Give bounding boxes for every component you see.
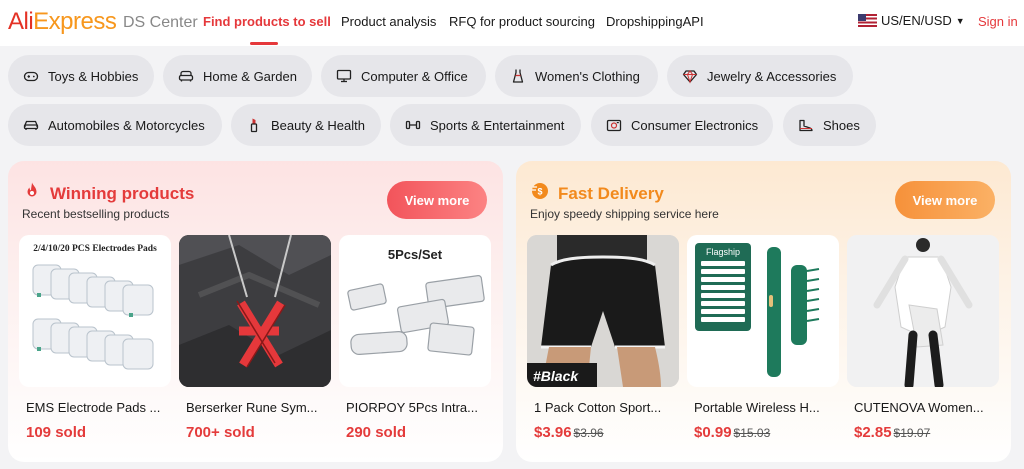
product-image — [179, 235, 331, 387]
category-womens-clothing[interactable]: Women's Clothing — [495, 55, 658, 97]
car-icon — [23, 117, 39, 133]
winning-products-heading: Winning products — [22, 181, 194, 206]
product-sold-count: 290 sold — [346, 424, 407, 441]
product-title: Portable Wireless H... — [694, 400, 820, 415]
product-card[interactable]: Flagship Portable Wireless H... $0.99 $15… — [687, 235, 839, 441]
product-current-price: $2.85 — [854, 424, 892, 441]
lipstick-icon — [246, 117, 262, 133]
product-card[interactable]: 2/4/10/20 PCS Electrodes Pads EMS Electr… — [19, 235, 171, 441]
sofa-icon — [178, 68, 194, 84]
fast-delivery-heading: $ Fast Delivery — [530, 181, 664, 206]
product-card[interactable]: CUTENOVA Women... $2.85 $19.07 — [847, 235, 999, 441]
monitor-icon — [336, 68, 352, 84]
nav-find-products[interactable]: Find products to sell — [203, 14, 331, 29]
product-price: $3.96 $3.96 — [527, 424, 679, 441]
product-original-price: $15.03 — [733, 426, 771, 440]
product-title: Berserker Rune Sym... — [186, 400, 318, 415]
flame-icon — [22, 181, 42, 206]
category-label: Beauty & Health — [271, 117, 365, 133]
product-title: EMS Electrode Pads ... — [26, 400, 161, 415]
svg-text:$: $ — [537, 187, 542, 197]
product-current-price: $3.96 — [534, 424, 572, 441]
fast-view-more-button[interactable]: View more — [895, 181, 995, 219]
dumbbell-icon — [405, 117, 421, 133]
product-title: CUTENOVA Women... — [854, 400, 984, 415]
product-card[interactable]: Berserker Rune Sym... 700+ sold — [179, 235, 331, 441]
category-label: Women's Clothing — [535, 68, 640, 84]
product-image: #Black — [527, 235, 679, 387]
product-original-price: $3.96 — [573, 426, 604, 440]
category-beauty-health[interactable]: Beauty & Health — [231, 104, 381, 146]
logo-ali-text: Ali — [8, 8, 34, 35]
nav-rfq[interactable]: RFQ for product sourcing — [449, 14, 595, 29]
product-card[interactable]: #Black 1 Pack Cotton Sport... $3.96 $3.96 — [527, 235, 679, 441]
product-image — [847, 235, 999, 387]
winning-products-title: Winning products — [50, 183, 195, 203]
sign-in-link[interactable]: Sign in — [978, 14, 1018, 29]
product-title: PIORPOY 5Pcs Intra... — [346, 400, 478, 415]
winning-products-panel: Winning products Recent bestselling prod… — [8, 161, 503, 462]
category-toys-hobbies[interactable]: Toys & Hobbies — [8, 55, 154, 97]
gamepad-icon — [23, 68, 39, 84]
product-original-price: $19.07 — [893, 426, 931, 440]
category-label: Automobiles & Motorcycles — [48, 117, 205, 133]
category-consumer-electronics[interactable]: Consumer Electronics — [591, 104, 773, 146]
fast-delivery-icon: $ — [530, 181, 550, 206]
product-image: Flagship — [687, 235, 839, 387]
dress-icon — [510, 68, 526, 84]
product-card[interactable]: 5Pcs/Set PIORPOY 5Pcs Intra... 290 sold — [339, 235, 491, 441]
category-label: Jewelry & Accessories — [707, 68, 837, 84]
category-label: Computer & Office — [361, 68, 468, 84]
product-sold-count: 109 sold — [26, 424, 87, 441]
category-home-garden[interactable]: Home & Garden — [163, 55, 312, 97]
fast-delivery-panel: $ Fast Delivery Enjoy speedy shipping se… — [516, 161, 1011, 462]
product-image-caption: 5Pcs/Set — [388, 247, 443, 262]
nav-active-underline — [250, 42, 278, 45]
us-flag-icon — [858, 14, 877, 27]
caret-down-icon: ▼ — [955, 15, 965, 26]
product-image: 5Pcs/Set — [339, 235, 491, 387]
product-sold-count: 700+ sold — [186, 424, 255, 441]
category-automobiles-motorcycles[interactable]: Automobiles & Motorcycles — [8, 104, 222, 146]
product-image: 2/4/10/20 PCS Electrodes Pads — [19, 235, 171, 387]
region-selector[interactable]: US/EN/USD ▼ — [858, 13, 965, 28]
fast-delivery-subtitle: Enjoy speedy shipping service here — [530, 207, 719, 221]
category-shoes[interactable]: Shoes — [783, 104, 876, 146]
product-price: $2.85 $19.07 — [847, 424, 999, 441]
product-image-caption: #Black — [533, 368, 579, 384]
diamond-icon — [682, 68, 698, 84]
category-label: Consumer Electronics — [631, 117, 759, 133]
aliexpress-logo[interactable]: AliExpress — [8, 8, 117, 35]
shoe-icon — [798, 117, 814, 133]
camera-icon — [606, 117, 622, 133]
product-image-caption: 2/4/10/20 PCS Electrodes Pads — [33, 244, 157, 254]
logo-express-text: Express — [33, 8, 117, 35]
category-label: Sports & Entertainment — [430, 117, 565, 133]
category-jewelry-accessories[interactable]: Jewelry & Accessories — [667, 55, 853, 97]
category-label: Shoes — [823, 117, 860, 133]
nav-dropshipping-api[interactable]: DropshippingAPI — [606, 14, 704, 29]
product-current-price: $0.99 — [694, 424, 732, 441]
top-header: AliExpress DS Center Find products to se… — [0, 0, 1024, 46]
winning-products-subtitle: Recent bestselling products — [22, 207, 170, 221]
fast-delivery-title: Fast Delivery — [558, 183, 664, 203]
category-computer-office[interactable]: Computer & Office — [321, 55, 486, 97]
product-title: 1 Pack Cotton Sport... — [534, 400, 662, 415]
ds-center-label: DS Center — [123, 14, 198, 31]
category-label: Toys & Hobbies — [48, 68, 139, 84]
region-label: US/EN/USD — [881, 13, 952, 28]
product-image-caption: Flagship — [706, 247, 740, 257]
nav-product-analysis[interactable]: Product analysis — [341, 14, 436, 29]
winning-view-more-button[interactable]: View more — [387, 181, 487, 219]
product-price: $0.99 $15.03 — [687, 424, 839, 441]
category-label: Home & Garden — [203, 68, 297, 84]
category-sports-entertainment[interactable]: Sports & Entertainment — [390, 104, 581, 146]
